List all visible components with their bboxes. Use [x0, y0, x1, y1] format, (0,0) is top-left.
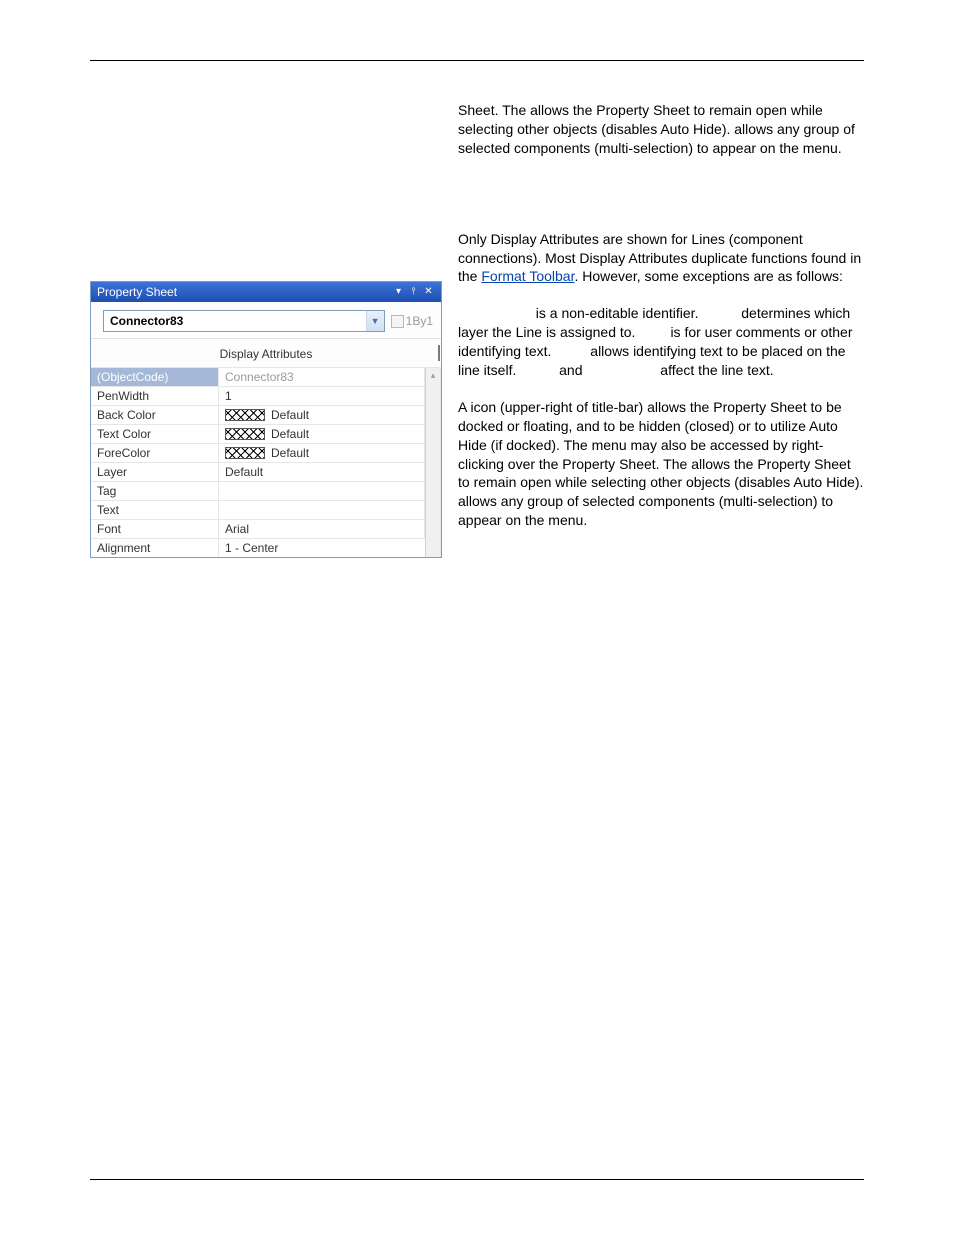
- para-intro: Only Display Attributes are shown for Li…: [458, 230, 864, 287]
- attr-name[interactable]: Text Color: [91, 424, 219, 443]
- scrollbar[interactable]: ▴: [425, 367, 441, 557]
- para-continuation: Sheet. The allows the Property Sheet to …: [458, 101, 864, 158]
- attr-name[interactable]: Alignment: [91, 538, 219, 557]
- color-swatch-icon: [225, 409, 265, 421]
- menu-dropdown-icon[interactable]: ▾: [392, 286, 405, 299]
- attr-value[interactable]: [219, 500, 425, 519]
- color-swatch-icon: [225, 447, 265, 459]
- attr-name[interactable]: Back Color: [91, 405, 219, 424]
- rule-bottom: [90, 1179, 864, 1180]
- attr-name[interactable]: PenWidth: [91, 386, 219, 405]
- checkbox-icon: [391, 315, 404, 328]
- rule-top: [90, 60, 864, 61]
- attr-name[interactable]: (ObjectCode): [91, 367, 219, 386]
- pin-icon[interactable]: ⫯: [407, 286, 420, 299]
- attr-value[interactable]: Default: [219, 462, 425, 481]
- attr-name[interactable]: Text: [91, 500, 219, 519]
- color-swatch-icon: [225, 428, 265, 440]
- panel-titlebar: Property Sheet ▾ ⫯ ✕: [91, 282, 441, 302]
- object-selector[interactable]: Connector83 ▼: [103, 310, 385, 332]
- attr-value[interactable]: Connector83: [219, 367, 425, 386]
- attr-name[interactable]: ForeColor: [91, 443, 219, 462]
- attr-value[interactable]: 1 - Center: [219, 538, 425, 557]
- attr-value[interactable]: Default: [219, 443, 425, 462]
- section-header: Display Attributes: [91, 338, 441, 367]
- oneby1-label: 1By1: [406, 314, 433, 328]
- chevron-down-icon[interactable]: ▼: [366, 311, 384, 331]
- close-icon[interactable]: ✕: [422, 286, 435, 299]
- attr-name[interactable]: Layer: [91, 462, 219, 481]
- attr-value[interactable]: Default: [219, 424, 425, 443]
- object-selector-value: Connector83: [104, 314, 366, 328]
- panel-title: Property Sheet: [97, 285, 390, 299]
- attr-name[interactable]: Tag: [91, 481, 219, 500]
- attr-name[interactable]: Font: [91, 519, 219, 538]
- attr-value[interactable]: [219, 481, 425, 500]
- attr-value[interactable]: Arial: [219, 519, 425, 538]
- format-toolbar-link[interactable]: Format Toolbar: [481, 268, 574, 284]
- para-intro-b: . However, some exceptions are as follow…: [574, 268, 842, 284]
- oneby1-checkbox[interactable]: 1By1: [391, 314, 433, 328]
- para-bullets: is a non-editable identifier. determines…: [458, 304, 864, 380]
- para-menu: A icon (upper-right of title-bar) allows…: [458, 398, 864, 530]
- attr-value[interactable]: Default: [219, 405, 425, 424]
- property-sheet-panel: Property Sheet ▾ ⫯ ✕ Connector83 ▼ 1By1 …: [90, 281, 442, 558]
- attributes-grid: (ObjectCode)Connector83▴ PenWidth1Back Co…: [91, 367, 441, 557]
- attr-value[interactable]: 1: [219, 386, 425, 405]
